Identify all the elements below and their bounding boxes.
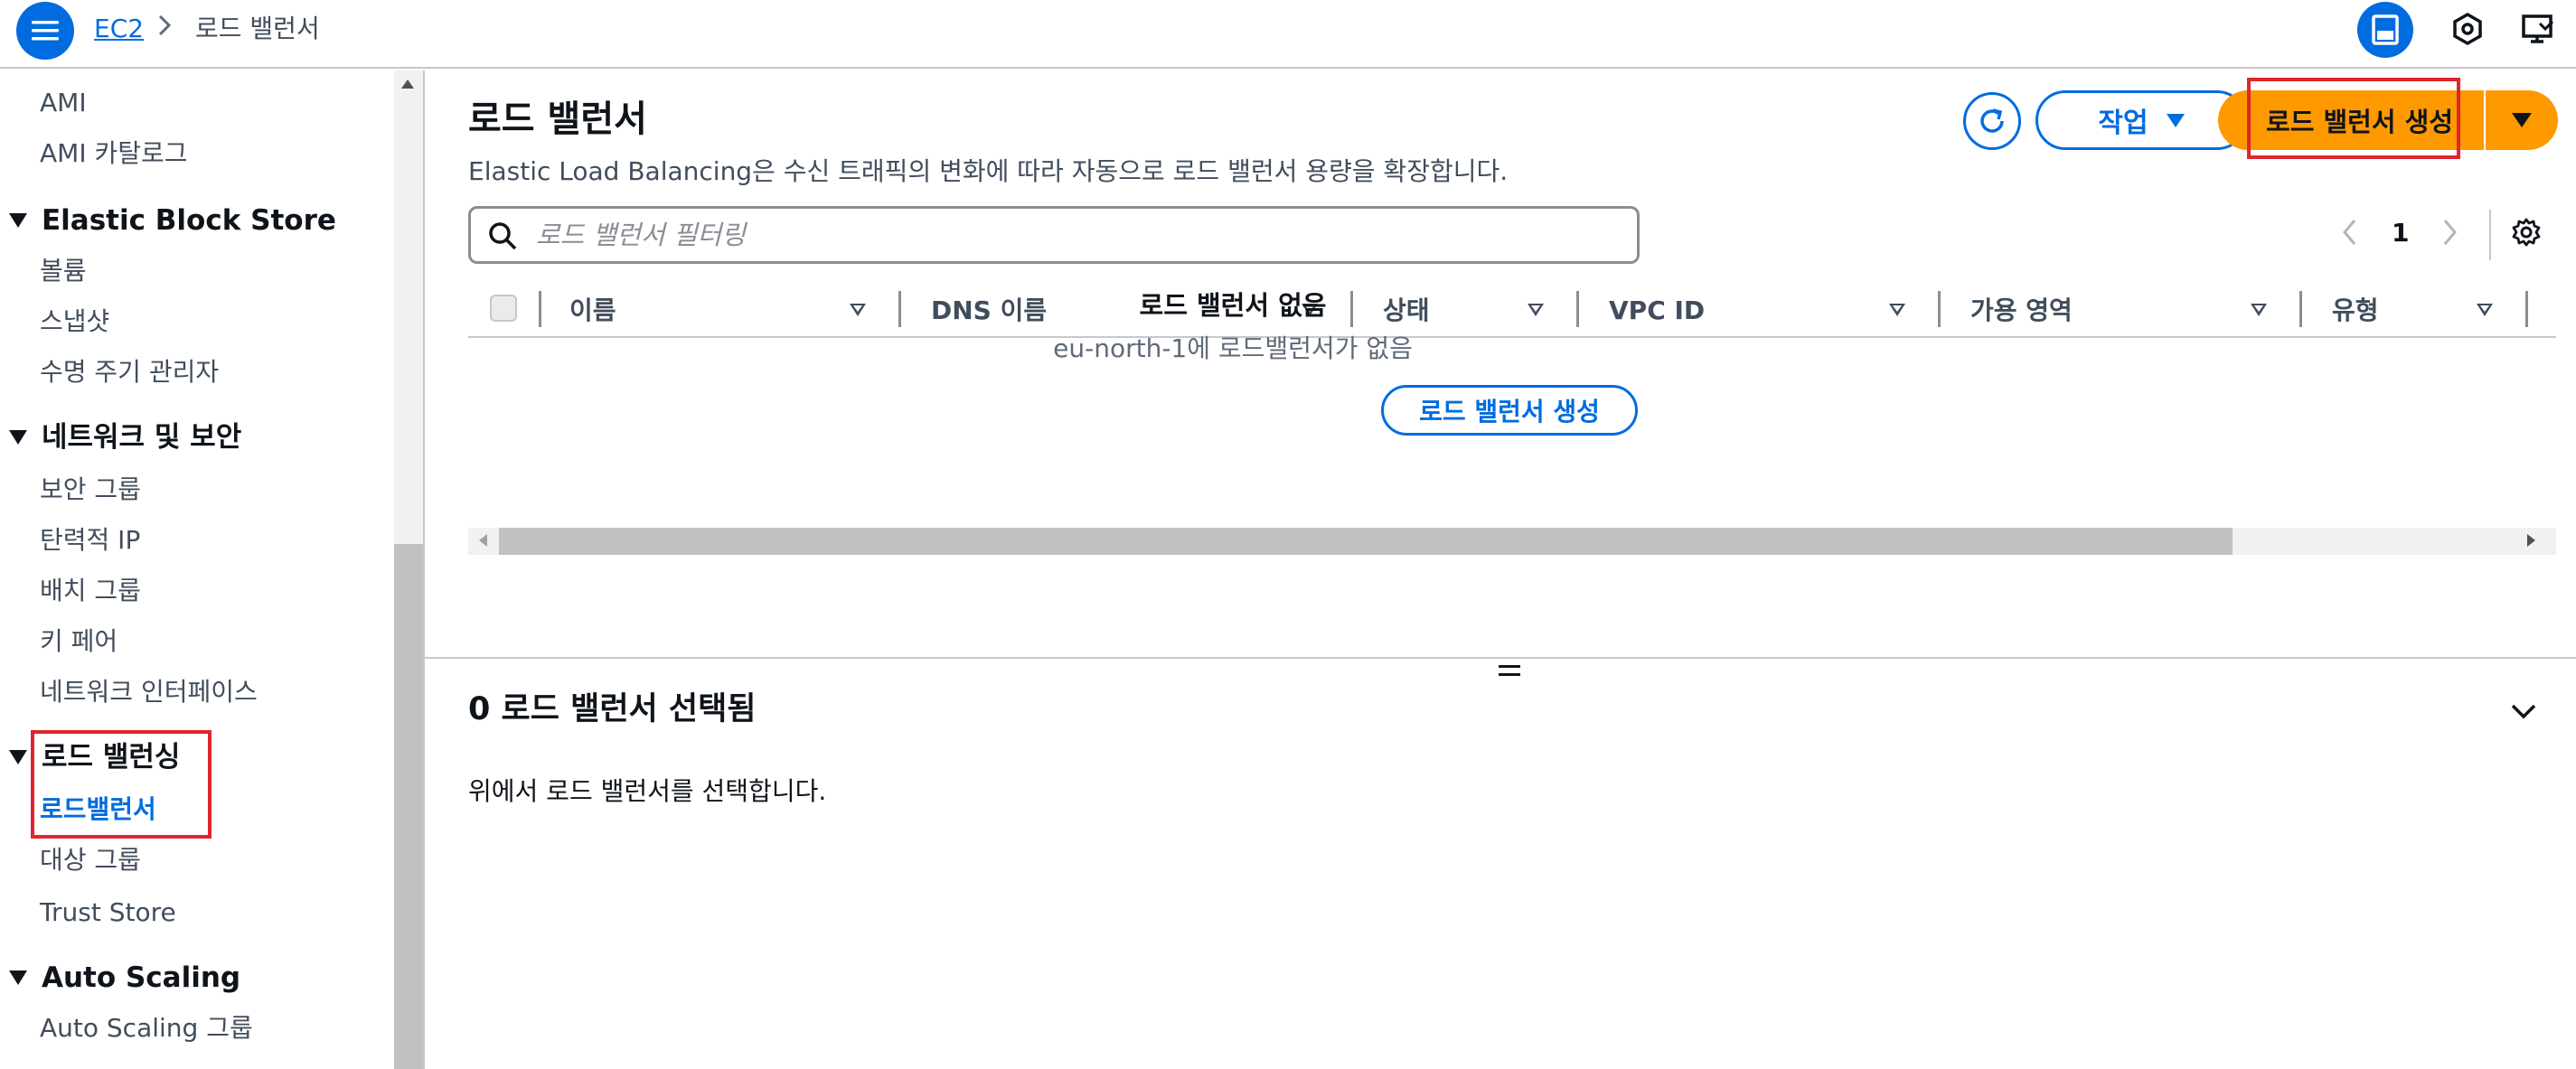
create-dropdown-toggle[interactable] <box>2486 90 2558 150</box>
column-header-name[interactable]: 이름 <box>569 293 616 329</box>
sidebar-item-network-interfaces[interactable]: 네트워크 인터페이스 <box>40 674 258 710</box>
previous-page-icon[interactable] <box>2341 217 2359 251</box>
sidebar-item-placement-groups[interactable]: 배치 그룹 <box>40 573 141 609</box>
sidebar-item-trust-store[interactable]: Trust Store <box>40 895 176 931</box>
column-divider <box>1576 291 1579 327</box>
sidebar-section-network-security[interactable]: 네트워크 및 보안 <box>9 417 241 457</box>
column-divider <box>539 291 541 327</box>
column-header-type[interactable]: 유형 <box>2332 293 2379 329</box>
top-navigation-bar: EC2 로드 밸런서 <box>0 0 2576 69</box>
sort-icon[interactable] <box>1528 304 1544 316</box>
section-heading: Auto Scaling <box>42 961 241 994</box>
column-divider <box>898 291 901 327</box>
caret-down-icon <box>2512 113 2532 127</box>
menu-icon[interactable] <box>16 2 74 60</box>
highlight-load-balancing <box>31 730 212 839</box>
page-number[interactable]: 1 <box>2392 215 2409 251</box>
sidebar-item-key-pairs[interactable]: 키 페어 <box>40 624 118 660</box>
resize-handle-icon[interactable] <box>1499 665 1520 681</box>
search-icon <box>487 220 518 255</box>
table-scrollbar-thumb[interactable] <box>499 528 2233 555</box>
sidebar-section-elastic-block-store[interactable]: Elastic Block Store <box>9 201 336 240</box>
refresh-button[interactable] <box>1963 92 2021 150</box>
page-description: Elastic Load Balancing은 수신 트래픽의 변화에 따라 자… <box>468 156 1509 186</box>
column-header-state[interactable]: 상태 <box>1383 293 1430 329</box>
details-panel-title: 0 로드 밸런서 선택됨 <box>468 691 757 727</box>
scroll-right-arrow-icon[interactable] <box>2527 534 2535 547</box>
sidebar-item-ami-catalog[interactable]: AMI 카탈로그 <box>40 136 188 172</box>
sort-icon[interactable] <box>2251 304 2267 316</box>
caret-down-icon <box>9 971 27 985</box>
next-page-icon[interactable] <box>2440 217 2458 251</box>
caret-down-icon <box>9 213 27 228</box>
column-header-dns-name[interactable]: DNS 이름 <box>931 293 1047 329</box>
details-panel-text: 위에서 로드 밸런서를 선택합니다. <box>468 776 827 806</box>
sidebar-item-elastic-ips[interactable]: 탄력적 IP <box>40 522 140 558</box>
sort-icon[interactable] <box>1889 304 1905 316</box>
column-divider <box>2525 291 2528 327</box>
empty-state-title: 로드 밸런서 없음 <box>1139 290 1327 321</box>
breadcrumb-ec2-link[interactable]: EC2 <box>94 11 144 47</box>
scroll-up-arrow-icon[interactable] <box>401 80 414 89</box>
table-header: 이름 DNS 이름 상태 VPC ID 가용 영역 유형 <box>468 280 2556 338</box>
column-header-availability-zones[interactable]: 가용 영역 <box>1970 293 2073 329</box>
sidebar-item-target-groups[interactable]: 대상 그룹 <box>40 842 141 878</box>
panel-toggle-icon[interactable] <box>2357 2 2413 58</box>
actions-dropdown-button[interactable]: 작업 <box>2035 90 2247 150</box>
filter-search-field[interactable] <box>468 206 1640 264</box>
main-content: 로드 밸런서 Elastic Load Balancing은 수신 트래픽의 변… <box>425 70 2576 1069</box>
page-title: 로드 밸런서 <box>468 98 647 140</box>
sidebar-item-snapshots[interactable]: 스냅샷 <box>40 304 109 340</box>
split-panel-divider <box>425 657 2576 659</box>
select-all-checkbox[interactable] <box>490 295 517 322</box>
sidebar-scrollbar-thumb[interactable] <box>394 544 423 1069</box>
caret-down-icon <box>9 750 27 764</box>
empty-state-subtitle: eu-north-1에 로드밸런서가 없음 <box>1053 333 1413 363</box>
section-heading: 네트워크 및 보안 <box>42 421 242 454</box>
section-heading: Elastic Block Store <box>42 204 336 237</box>
remote-display-icon[interactable] <box>2520 11 2556 51</box>
hexagon-settings-icon[interactable] <box>2449 11 2486 51</box>
caret-down-icon <box>9 430 27 445</box>
highlight-create-button <box>2247 78 2460 159</box>
chevron-right-icon <box>157 13 172 42</box>
actions-label: 작업 <box>2098 108 2148 139</box>
column-divider <box>1938 291 1941 327</box>
sidebar-item-auto-scaling-groups[interactable]: Auto Scaling 그룹 <box>40 1010 253 1046</box>
column-divider <box>2299 291 2302 327</box>
gear-icon[interactable] <box>2511 217 2542 251</box>
scroll-left-arrow-icon[interactable] <box>479 534 487 547</box>
empty-create-load-balancer-button[interactable]: 로드 밸런서 생성 <box>1381 385 1638 436</box>
sidebar-item-volumes[interactable]: 볼륨 <box>40 253 87 289</box>
refresh-icon <box>1980 108 2004 133</box>
chevron-down-icon[interactable] <box>2509 701 2538 725</box>
sidebar-section-auto-scaling[interactable]: Auto Scaling <box>9 958 240 998</box>
caret-down-icon <box>2166 113 2185 127</box>
column-header-vpc-id[interactable]: VPC ID <box>1609 293 1705 329</box>
sidebar-item-ami[interactable]: AMI <box>40 85 87 121</box>
breadcrumb-current: 로드 밸런서 <box>195 14 320 43</box>
sort-icon[interactable] <box>850 304 866 316</box>
sort-icon[interactable] <box>2477 304 2493 316</box>
sidebar-item-lifecycle-manager[interactable]: 수명 주기 관리자 <box>40 354 219 390</box>
search-input[interactable] <box>536 216 1621 254</box>
sidebar-item-security-groups[interactable]: 보안 그룹 <box>40 472 141 508</box>
pager-divider <box>2489 210 2491 260</box>
